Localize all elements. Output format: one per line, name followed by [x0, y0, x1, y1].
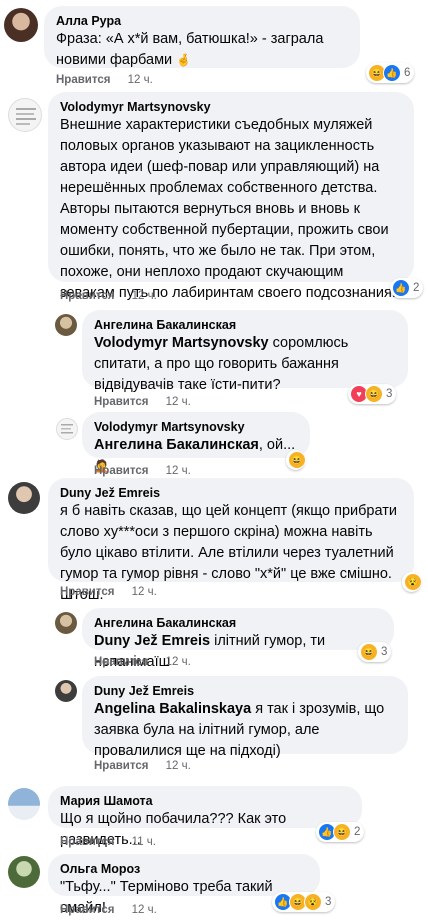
- haha-reaction-icon: 😆: [360, 643, 378, 661]
- like-button[interactable]: Нравится: [94, 760, 148, 772]
- comment-bubble: Ангелина Бакалинская Duny Jež Emreis ілі…: [82, 608, 394, 670]
- emoji: 🤞: [176, 53, 192, 67]
- comment-bubble: Duny Jež Emreis я б навіть сказав, що це…: [48, 478, 414, 603]
- haha-reaction-icon: 😆: [365, 385, 383, 403]
- avatar[interactable]: [55, 314, 77, 336]
- timestamp[interactable]: 12 ч.: [132, 904, 157, 916]
- avatar[interactable]: [8, 98, 42, 132]
- haha-reaction-icon: 😆: [333, 823, 351, 841]
- document-icon: [16, 108, 36, 125]
- comment-author[interactable]: Мария Шамота: [60, 793, 350, 809]
- reaction-count: 3: [381, 646, 388, 658]
- like-button[interactable]: Нравится: [60, 836, 114, 848]
- comment-bubble: Мария Шамота Що я щойно побачила??? Как …: [48, 786, 362, 848]
- reaction-count: 3: [325, 896, 332, 908]
- comment-author[interactable]: Алла Рура: [56, 13, 348, 29]
- timestamp[interactable]: 12 ч.: [128, 74, 153, 86]
- timestamp[interactable]: 12 ч.: [166, 656, 191, 668]
- comment-meta: Нравится 12 ч.: [56, 74, 153, 86]
- like-button[interactable]: Нравится: [60, 586, 114, 598]
- comment-meta: Нравится 11 ч.: [60, 836, 156, 848]
- reaction-count: 6: [404, 67, 411, 79]
- reactions-summary[interactable]: 👍 2: [390, 278, 424, 298]
- comment-meta: Нравится 12 ч.: [60, 904, 157, 916]
- document-icon: [61, 424, 73, 434]
- like-reaction-icon: 👍: [392, 279, 410, 297]
- reactions-summary[interactable]: 👍 😆 😵 3: [272, 892, 336, 912]
- reactions-summary[interactable]: ♥ 😆 3: [348, 384, 397, 404]
- like-button[interactable]: Нравится: [94, 396, 148, 408]
- reaction-count: 2: [354, 826, 361, 838]
- mention-link[interactable]: Volodymyr Martsynovsky: [94, 335, 269, 351]
- like-button[interactable]: Нравится: [60, 904, 114, 916]
- like-button[interactable]: Нравится: [56, 74, 110, 86]
- like-button[interactable]: Нравится: [94, 465, 148, 477]
- reactions-summary[interactable]: 👍 😆 2: [316, 822, 365, 842]
- reactions-summary[interactable]: 😆 3: [358, 642, 392, 662]
- reaction-count: 3: [386, 388, 393, 400]
- like-button[interactable]: Нравится: [94, 656, 148, 668]
- timestamp[interactable]: 12 ч.: [132, 586, 157, 598]
- avatar[interactable]: [8, 482, 40, 514]
- mention-link[interactable]: Ангелина Бакалинская: [94, 437, 259, 453]
- mention-link[interactable]: Angelina Bakalinskaya: [94, 701, 251, 717]
- comment-bubble: Volodymyr Martsynovsky Ангелина Бакалинс…: [82, 412, 310, 473]
- reaction-count: 2: [413, 282, 420, 294]
- wow-reaction-icon: 😵: [304, 893, 322, 911]
- comment-meta: Нравится 12 ч.: [60, 586, 157, 598]
- comment-text: Angelina Bakalinskaya я так і зрозумів, …: [94, 701, 385, 759]
- comment-bubble: Duny Jež Emreis Angelina Bakalinskaya я …: [82, 676, 408, 759]
- comment-author[interactable]: Ангелина Бакалинская: [94, 317, 396, 333]
- reactions-summary[interactable]: 😆 👍 6: [366, 63, 415, 83]
- comment-author[interactable]: Ангелина Бакалинская: [94, 615, 382, 631]
- comment-meta: Нравится 12 ч.: [94, 465, 191, 477]
- avatar[interactable]: [8, 788, 40, 820]
- comment-author[interactable]: Duny Jež Emreis: [94, 683, 396, 699]
- like-button[interactable]: Нравится: [60, 290, 114, 302]
- haha-reaction-icon: 😆: [288, 451, 306, 469]
- reactions-summary[interactable]: 😆: [286, 450, 306, 470]
- comment-meta: Нравится 12 ч.: [94, 656, 191, 668]
- comment-text: Фраза: «А х*й вам, батюшка!» - заграла н…: [56, 29, 348, 71]
- timestamp[interactable]: 11 ч.: [132, 836, 156, 848]
- avatar[interactable]: [8, 856, 40, 888]
- timestamp[interactable]: 12 ч.: [166, 396, 191, 408]
- comment-bubble: Volodymyr Martsynovsky Внешние характери…: [48, 92, 414, 301]
- like-reaction-icon: 👍: [383, 64, 401, 82]
- comment-author[interactable]: Volodymyr Martsynovsky: [60, 99, 402, 115]
- timestamp[interactable]: 12 ч.: [166, 465, 191, 477]
- wow-reaction-icon: 😵: [404, 573, 422, 591]
- timestamp[interactable]: 12 ч.: [132, 290, 157, 302]
- comment-author[interactable]: Ольга Мороз: [60, 861, 308, 877]
- avatar[interactable]: [55, 612, 77, 634]
- comment-meta: Нравится 12 ч.: [60, 290, 157, 302]
- comment-meta: Нравится 12 ч.: [94, 760, 191, 772]
- reactions-summary[interactable]: 😵: [402, 572, 422, 592]
- avatar[interactable]: [55, 680, 77, 702]
- comment-text: Внешние характеристики съедобных муляжей…: [60, 117, 396, 301]
- comment-author[interactable]: Duny Jež Emreis: [60, 485, 402, 501]
- comment-author[interactable]: Volodymyr Martsynovsky: [94, 419, 298, 435]
- comment-bubble: Ангелина Бакалинская Volodymyr Martsynov…: [82, 310, 408, 393]
- comment-bubble: Алла Рура Фраза: «А х*й вам, батюшка!» -…: [44, 6, 360, 68]
- mention-link[interactable]: Duny Jež Emreis: [94, 633, 210, 649]
- avatar[interactable]: [4, 8, 38, 42]
- timestamp[interactable]: 12 ч.: [166, 760, 191, 772]
- comment-bubble: Ольга Мороз "Тьфу..." Терміново треба та…: [48, 854, 320, 916]
- comment-meta: Нравится 12 ч.: [94, 396, 191, 408]
- avatar[interactable]: [56, 418, 78, 440]
